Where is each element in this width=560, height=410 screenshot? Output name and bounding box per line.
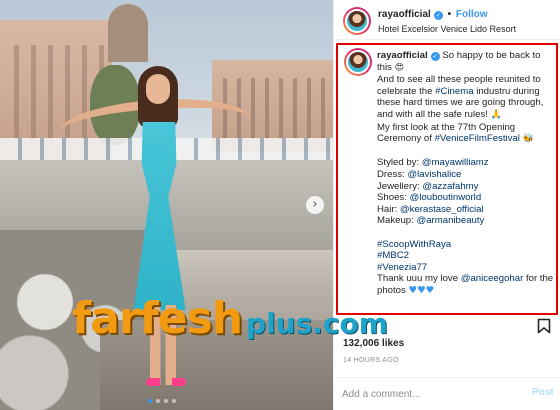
caption-username[interactable]: rayaofficial	[377, 50, 428, 61]
mention-link[interactable]: @mayawilliamz	[422, 157, 489, 168]
credit-label: Makeup:	[377, 215, 417, 227]
mention-link[interactable]: @armanibeauty	[416, 215, 484, 226]
credit-label: Styled by:	[377, 157, 422, 169]
credit-label: Jewellery:	[377, 180, 423, 192]
verified-badge-icon: ✓	[433, 11, 443, 20]
credit-label: Dress:	[377, 168, 408, 180]
post-caption: rayaofficial ✓ So happy to be back to thi…	[377, 50, 555, 296]
hashtag-link[interactable]: #ScoopWithRaya	[377, 239, 451, 250]
verified-badge-icon: ✓	[430, 52, 440, 61]
bee-emoji: 🐝	[522, 134, 534, 145]
background-dome	[108, 4, 148, 62]
credit-label: Shoes:	[377, 192, 410, 204]
bookmark-icon[interactable]	[537, 318, 551, 334]
hashtag-link[interactable]: #Venezia77	[377, 262, 427, 273]
pink-heels	[146, 378, 186, 386]
praying-hands-emoji: 🙏	[490, 109, 502, 120]
hashtag-link[interactable]: #MBC2	[377, 250, 409, 261]
location-link[interactable]: Hotel Excelsior Venice Lido Resort	[378, 24, 516, 34]
avatar[interactable]	[343, 7, 371, 35]
carousel-dots	[148, 399, 176, 403]
separator: •	[447, 9, 452, 20]
carousel-dot	[148, 399, 152, 403]
caption-highlight-box: rayaofficial ✓ So happy to be back to thi…	[336, 43, 558, 315]
credit-label: Hair:	[377, 203, 400, 215]
avatar[interactable]	[344, 48, 372, 76]
chevron-right-icon[interactable]: ›	[306, 196, 324, 214]
post-photo[interactable]: ›	[0, 0, 333, 410]
post-timestamp[interactable]: 14 HOURS AGO	[343, 357, 399, 364]
follow-button[interactable]: Follow	[456, 9, 488, 20]
carousel-dot	[172, 399, 176, 403]
blue-heart-emoji: ♥♥♥	[408, 284, 435, 296]
comment-input[interactable]	[342, 386, 522, 402]
caption-line: Thank uuu my love	[377, 273, 461, 285]
post-header: rayaofficial ✓ • Follow Hotel Excelsior V…	[334, 0, 560, 40]
post-comment-button[interactable]: Post	[532, 387, 554, 398]
username-link[interactable]: rayaofficial	[378, 9, 431, 20]
hashtag-link[interactable]: #VeniceFilmFestival	[435, 133, 520, 144]
comment-bar: Post	[334, 377, 560, 410]
pier-ground	[100, 320, 333, 410]
mention-link[interactable]: @azzafahmy	[422, 181, 478, 192]
woman-face	[146, 74, 170, 104]
hashtag-link[interactable]: #Cinema	[435, 86, 473, 97]
mention-link[interactable]: @kerastase_official	[400, 204, 484, 215]
likes-count[interactable]: 132,006 likes	[343, 338, 404, 349]
woman-legs	[150, 305, 176, 385]
carousel-dot	[156, 399, 160, 403]
mention-link[interactable]: @louboutinworld	[410, 192, 482, 203]
heart-eyes-emoji: 😍	[394, 62, 404, 73]
mention-link[interactable]: @aniceegohar	[461, 273, 524, 284]
mention-link[interactable]: @lavishalice	[407, 169, 461, 180]
carousel-dot	[164, 399, 168, 403]
post-side-panel: rayaofficial ✓ • Follow Hotel Excelsior V…	[333, 0, 560, 410]
